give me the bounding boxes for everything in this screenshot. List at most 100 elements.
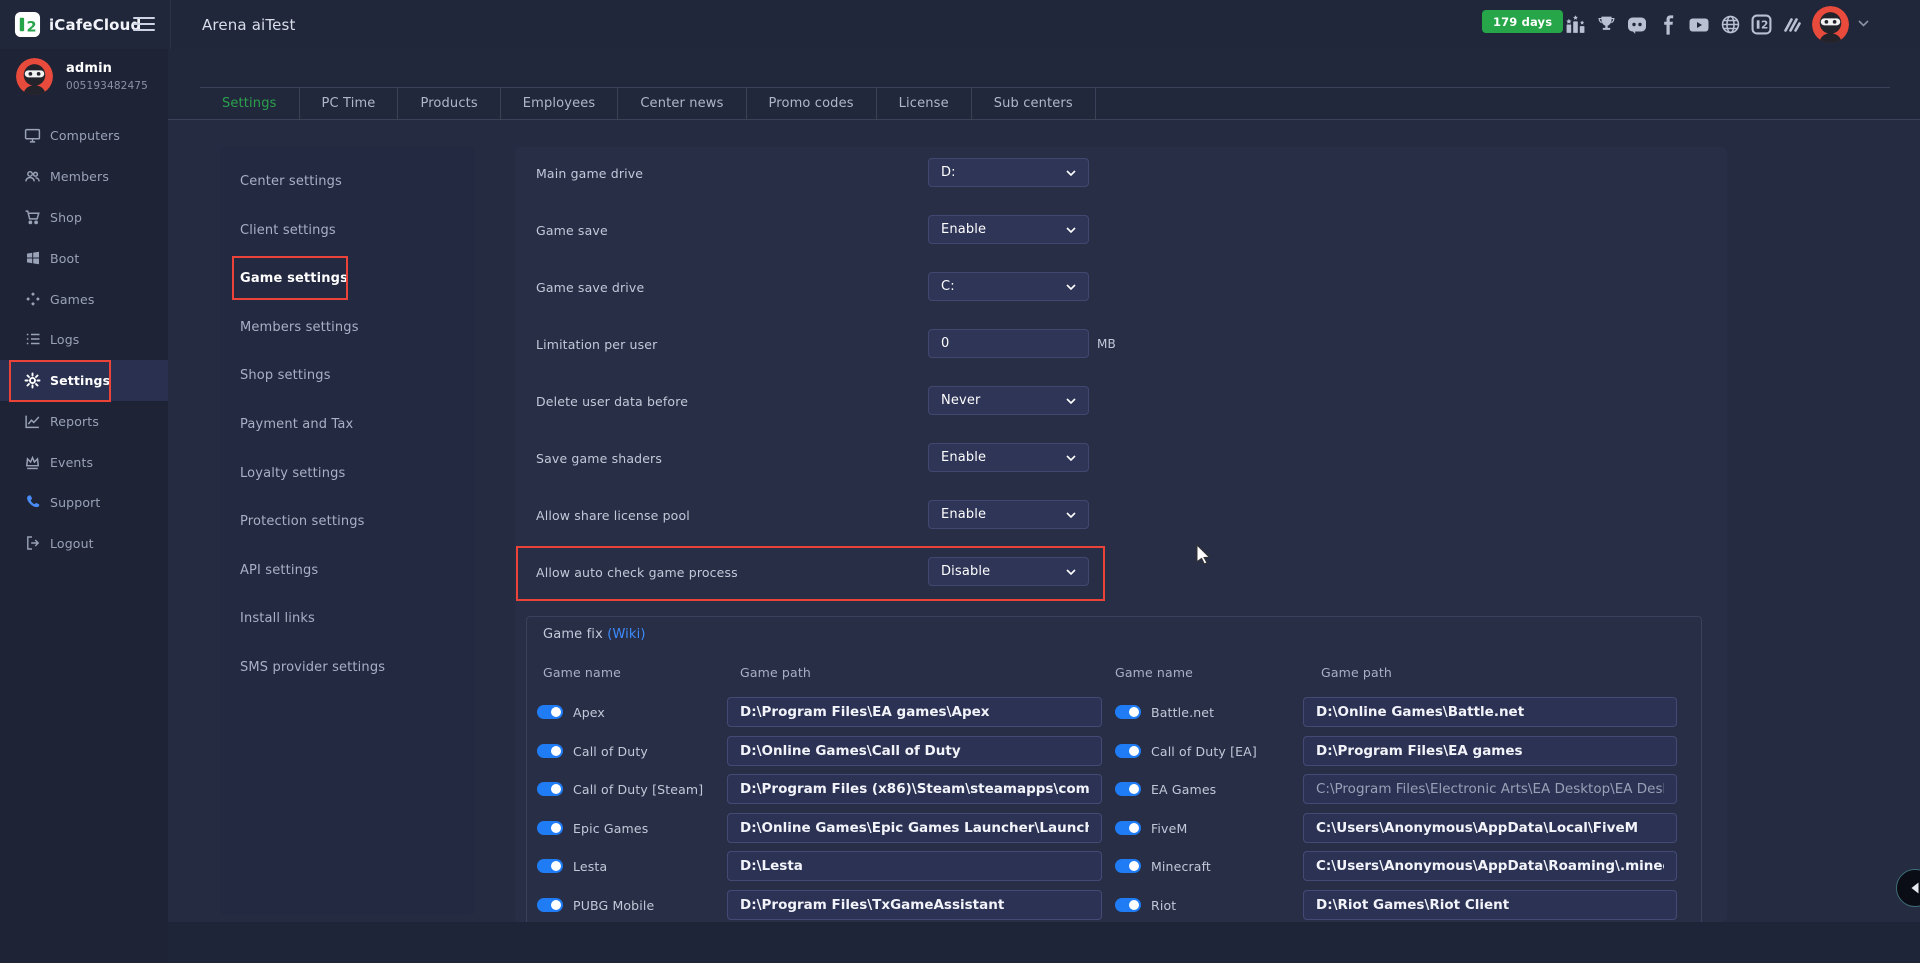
sidebar-item-games[interactable]: Games — [0, 279, 168, 319]
discord-icon[interactable] — [1626, 14, 1648, 36]
chevron-down-icon — [1066, 284, 1076, 290]
chevron-down-icon — [1066, 227, 1076, 233]
wiki-link[interactable]: (Wiki) — [607, 627, 645, 642]
settings-nav-card: Center settings Client settings Game set… — [220, 147, 475, 915]
settings-nav-install[interactable]: Install links — [220, 598, 475, 638]
trophy-icon[interactable] — [1595, 14, 1617, 36]
fivem-toggle[interactable] — [1115, 821, 1141, 835]
main-game-drive-select[interactable]: D: — [928, 158, 1089, 187]
field-label: Main game drive — [536, 166, 643, 181]
game-save-select[interactable]: Enable — [928, 215, 1089, 244]
tab-center-news[interactable]: Center news — [618, 88, 746, 119]
allow-auto-check-game-process-select[interactable]: Disable — [928, 557, 1089, 586]
fivem-path-input[interactable] — [1303, 813, 1677, 843]
select-value: D: — [941, 165, 956, 180]
battlenet-path-input[interactable] — [1303, 697, 1677, 727]
game-name-label: Epic Games — [573, 821, 648, 836]
sidebar-item-events[interactable]: Events — [0, 442, 168, 482]
icafecloud-logo-icon: 2 — [14, 11, 41, 38]
call-of-duty-steam-toggle[interactable] — [537, 782, 563, 796]
tab-settings[interactable]: Settings — [200, 88, 300, 119]
minecraft-toggle[interactable] — [1115, 859, 1141, 873]
call-of-duty-ea-toggle[interactable] — [1115, 744, 1141, 758]
lesta-path-input[interactable] — [727, 851, 1102, 881]
game-save-drive-select[interactable]: C: — [928, 272, 1089, 301]
tab-pc-time[interactable]: PC Time — [300, 88, 399, 119]
game-settings-form-card: Main game drive D: Game save Enable Game… — [515, 147, 1727, 922]
settings-nav-client[interactable]: Client settings — [220, 210, 475, 250]
delete-user-data-select[interactable]: Never — [928, 386, 1089, 415]
settings-nav-shop[interactable]: Shop settings — [220, 355, 475, 395]
icafecloud-mark-icon[interactable]: 2 — [1750, 14, 1772, 36]
facebook-icon[interactable] — [1657, 14, 1679, 36]
leaderboard-icon[interactable] — [1564, 14, 1586, 36]
sidebar-item-boot[interactable]: Boot — [0, 238, 168, 278]
apex-toggle[interactable] — [537, 705, 563, 719]
select-value: Enable — [941, 222, 986, 237]
header: 2 iCafeCloud Arena aiTest 179 days — [0, 0, 1920, 49]
license-days-badge[interactable]: 179 days — [1482, 10, 1563, 33]
sidebar-item-label: Logout — [50, 536, 94, 551]
game-cell: Riot — [1115, 890, 1176, 920]
call-of-duty-ea-path-input[interactable] — [1303, 736, 1677, 766]
youtube-icon[interactable] — [1688, 14, 1710, 36]
epic-games-toggle[interactable] — [537, 821, 563, 835]
ea-games-toggle[interactable] — [1115, 782, 1141, 796]
sidebar-item-shop[interactable]: Shop — [0, 197, 168, 237]
save-game-shaders-select[interactable]: Enable — [928, 443, 1089, 472]
allow-share-license-pool-select[interactable]: Enable — [928, 500, 1089, 529]
riot-toggle[interactable] — [1115, 898, 1141, 912]
sidebar-item-settings[interactable]: Settings — [0, 360, 168, 401]
ea-games-path-input[interactable] — [1303, 774, 1677, 804]
riot-path-input[interactable] — [1303, 890, 1677, 920]
tab-strip: Settings PC Time Products Employees Cent… — [168, 49, 1920, 119]
app-root: 2 iCafeCloud Arena aiTest 179 days — [0, 0, 1920, 963]
sidebar-item-support[interactable]: Support — [0, 482, 168, 522]
apex-path-input[interactable] — [727, 697, 1102, 727]
layers-icon[interactable] — [1781, 14, 1803, 36]
settings-nav-api[interactable]: API settings — [220, 550, 475, 590]
call-of-duty-steam-path-input[interactable] — [727, 774, 1102, 804]
tab-promo-codes[interactable]: Promo codes — [747, 88, 877, 119]
sidebar-user-avatar[interactable] — [16, 58, 53, 95]
settings-nav-game[interactable]: Game settings — [220, 258, 475, 298]
sidebar-item-computers[interactable]: Computers — [0, 115, 168, 155]
settings-nav-members[interactable]: Members settings — [220, 307, 475, 347]
brand[interactable]: 2 iCafeCloud — [14, 0, 141, 49]
menu-toggle-icon[interactable] — [133, 14, 155, 34]
col-header-game-name: Game name — [1115, 665, 1193, 680]
settings-nav-payment[interactable]: Payment and Tax — [220, 404, 475, 444]
game-cell: Epic Games — [537, 813, 648, 843]
sidebar-item-logs[interactable]: Logs — [0, 319, 168, 359]
game-name-label: EA Games — [1151, 782, 1216, 797]
minecraft-path-input[interactable] — [1303, 851, 1677, 881]
user-avatar[interactable] — [1812, 6, 1849, 43]
game-cell: Call of Duty [Steam] — [537, 774, 703, 804]
tab-sub-centers[interactable]: Sub centers — [972, 88, 1096, 119]
settings-nav-protection[interactable]: Protection settings — [220, 501, 475, 541]
sidebar-item-label: Shop — [50, 210, 82, 225]
lesta-toggle[interactable] — [537, 859, 563, 873]
globe-icon[interactable] — [1719, 14, 1741, 36]
battlenet-toggle[interactable] — [1115, 705, 1141, 719]
call-of-duty-path-input[interactable] — [727, 736, 1102, 766]
settings-nav-center[interactable]: Center settings — [220, 161, 475, 201]
sidebar-item-members[interactable]: Members — [0, 156, 168, 196]
call-of-duty-toggle[interactable] — [537, 744, 563, 758]
svg-text:2: 2 — [27, 19, 37, 35]
tab-license[interactable]: License — [877, 88, 972, 119]
sidebar-item-logout[interactable]: Logout — [0, 523, 168, 563]
epic-games-path-input[interactable] — [727, 813, 1102, 843]
tab-products[interactable]: Products — [398, 88, 500, 119]
limitation-per-user-input[interactable] — [928, 329, 1089, 358]
game-fix-row: PUBG Mobile Riot — [527, 890, 1703, 920]
pubg-mobile-toggle[interactable] — [537, 898, 563, 912]
tab-employees[interactable]: Employees — [501, 88, 619, 119]
chevron-down-icon[interactable] — [1858, 20, 1869, 27]
pubg-mobile-path-input[interactable] — [727, 890, 1102, 920]
settings-nav-sms[interactable]: SMS provider settings — [220, 647, 475, 687]
settings-nav-loyalty[interactable]: Loyalty settings — [220, 453, 475, 493]
header-divider — [170, 0, 171, 49]
sidebar-item-reports[interactable]: Reports — [0, 401, 168, 441]
select-value: Never — [941, 393, 981, 408]
